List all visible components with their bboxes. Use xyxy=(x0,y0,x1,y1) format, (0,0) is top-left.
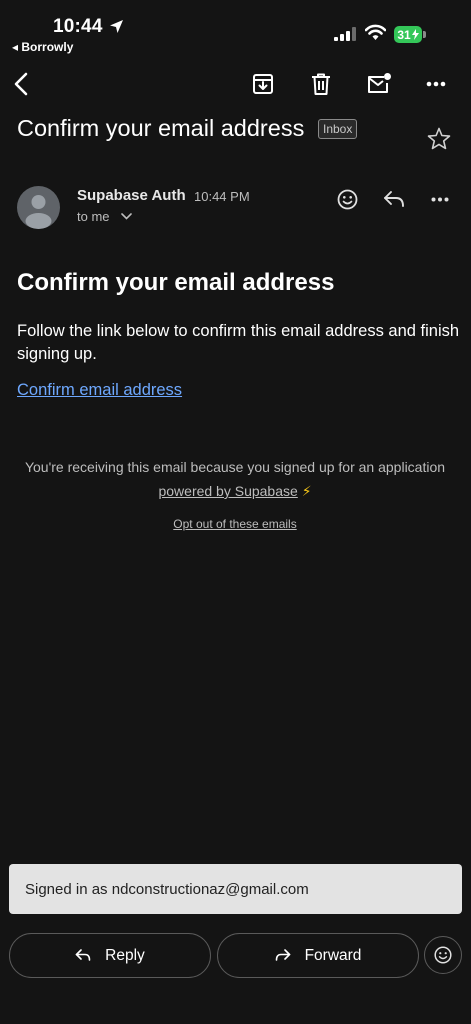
avatar[interactable] xyxy=(17,186,60,229)
signed-in-banner: Signed in as ndconstructionaz@gmail.com xyxy=(9,864,462,914)
forward-arrow-icon xyxy=(275,949,290,961)
chevron-down-icon[interactable] xyxy=(121,213,132,220)
signed-in-text: Signed in as ndconstructionaz@gmail.com xyxy=(25,880,309,898)
trash-icon[interactable] xyxy=(307,70,335,98)
footer-text: You're receiving this email because you … xyxy=(24,459,446,475)
opt-out-link[interactable]: Opt out of these emails xyxy=(17,517,453,531)
status-time: 10:44 xyxy=(53,16,103,37)
forward-label: Forward xyxy=(304,946,362,964)
lightning-emoji: ⚡ xyxy=(301,483,312,499)
inbox-label-badge[interactable]: Inbox xyxy=(318,119,358,139)
wifi-icon xyxy=(365,24,386,41)
message-more-icon[interactable] xyxy=(426,185,454,213)
email-footer: You're receiving this email because you … xyxy=(17,455,453,503)
back-arrow-icon[interactable] xyxy=(7,70,35,98)
charging-bolt-icon xyxy=(411,29,419,40)
emoji-react-button[interactable] xyxy=(424,936,462,974)
email-subject: Confirm your email address xyxy=(17,115,305,141)
emoji-reaction-icon[interactable] xyxy=(333,185,361,213)
email-body-text: Follow the link below to confirm this em… xyxy=(17,322,460,363)
location-arrow-icon xyxy=(109,19,124,34)
sender-name: Supabase Auth xyxy=(77,187,186,204)
recipient-details[interactable]: to me xyxy=(77,209,110,224)
more-icon[interactable] xyxy=(422,70,450,98)
back-to-app-link[interactable]: ◂ Borrowly xyxy=(12,40,73,54)
reply-icon[interactable] xyxy=(380,185,408,213)
confirm-email-link[interactable]: Confirm email address xyxy=(17,381,182,400)
email-heading: Confirm your email address xyxy=(17,269,335,296)
reply-label: Reply xyxy=(105,946,145,964)
smiley-icon xyxy=(434,946,452,964)
cellular-signal-icon xyxy=(334,27,356,41)
mark-unread-icon[interactable] xyxy=(365,70,393,98)
reply-button[interactable]: Reply xyxy=(9,933,211,978)
forward-button[interactable]: Forward xyxy=(217,933,419,978)
battery-indicator: 31 xyxy=(394,26,422,43)
archive-icon[interactable] xyxy=(249,70,277,98)
battery-level: 31 xyxy=(397,27,411,42)
reply-arrow-icon xyxy=(75,949,91,961)
battery-cap xyxy=(423,31,426,38)
powered-by-link[interactable]: powered by Supabase xyxy=(158,483,297,499)
sent-time: 10:44 PM xyxy=(194,189,250,204)
star-icon[interactable] xyxy=(427,127,451,150)
